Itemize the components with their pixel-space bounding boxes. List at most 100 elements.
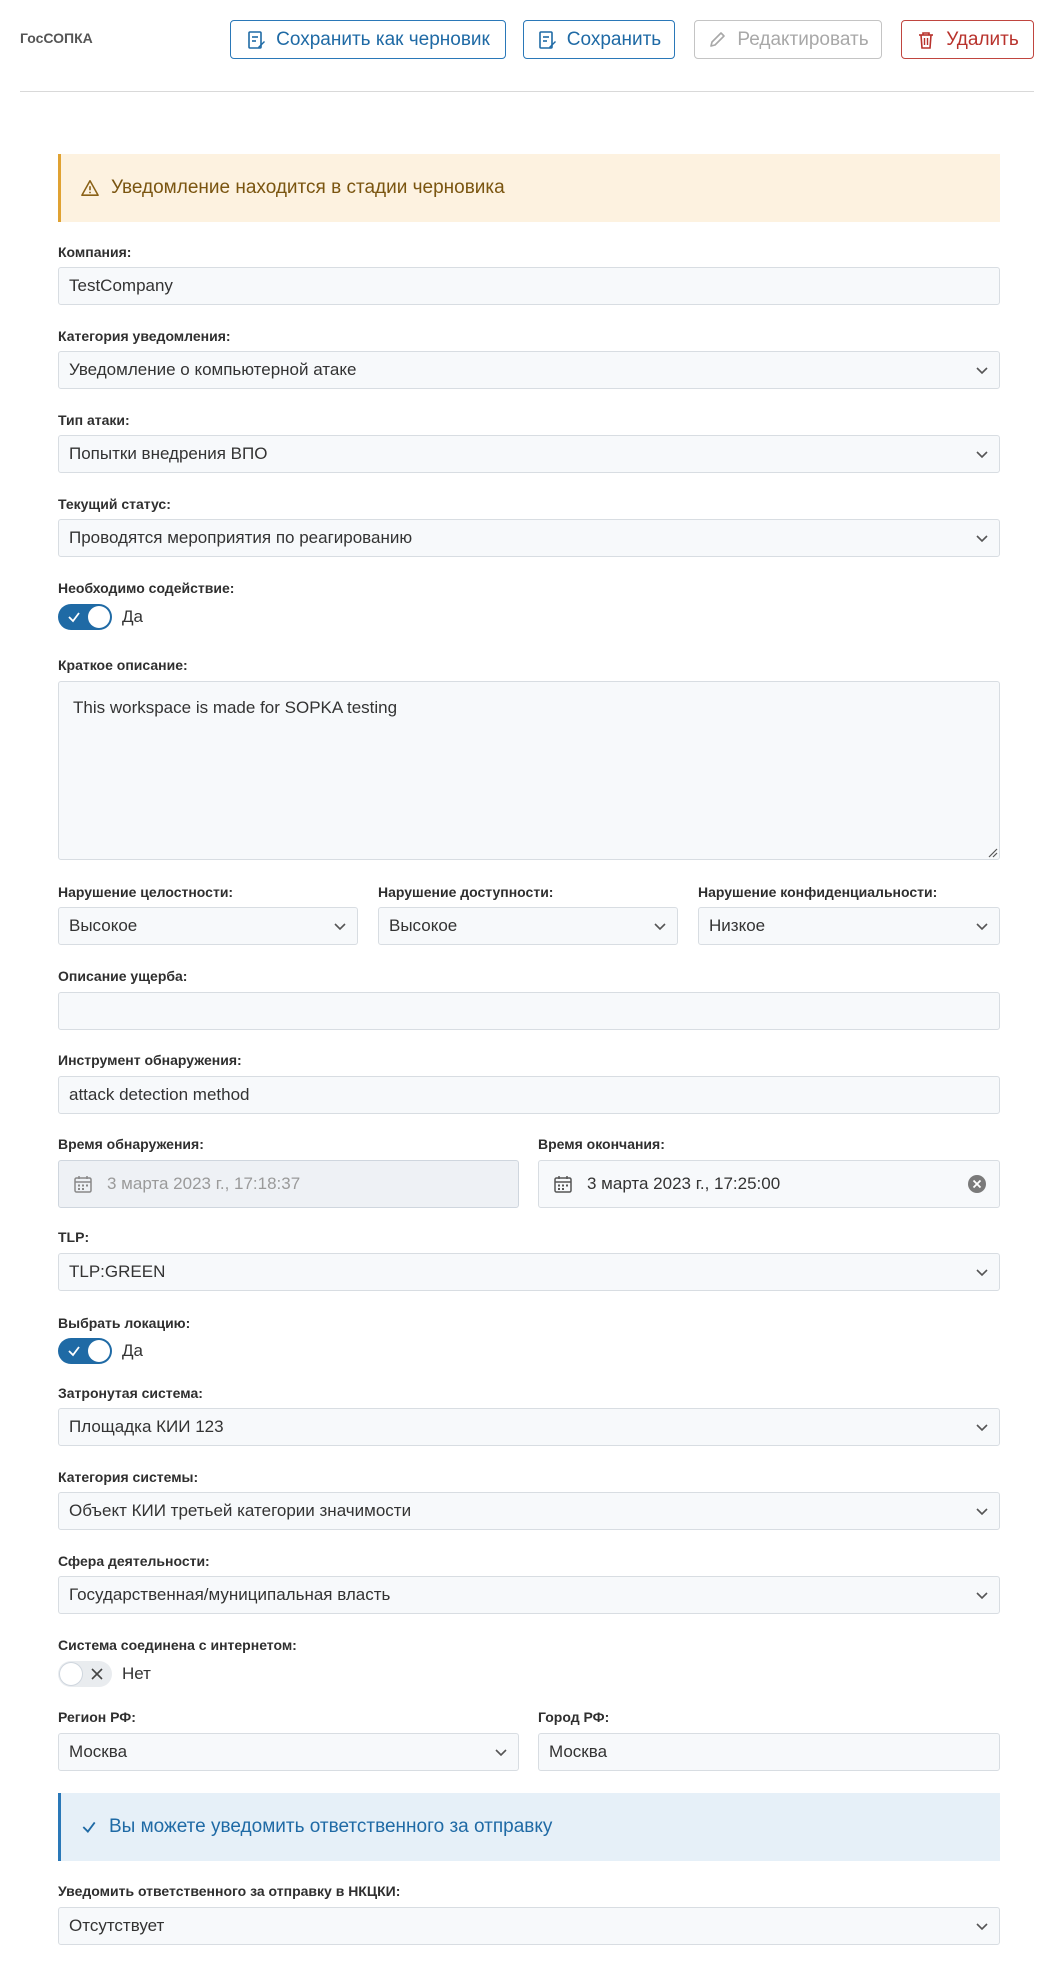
choose-location-toggle[interactable] [58,1338,112,1364]
notify-responsible-value: Отсутствует [69,1916,165,1935]
chevron-down-icon [976,451,988,459]
save-draft-label: Сохранить как черновик [276,28,490,50]
internet-connected-label: Система соединена с интернетом: [58,1637,297,1653]
notify-info-text: Вы можете уведомить ответственного за от… [109,1816,553,1837]
tlp-value: TLP:GREEN [69,1262,166,1281]
chevron-down-icon [976,923,988,931]
detection-time-value: 3 марта 2023 г., 17:18:37 [107,1174,301,1193]
current-status-select[interactable]: Проводятся мероприятия по реагированию [58,519,1000,557]
company-input[interactable]: TestCompany [58,267,1000,305]
calendar-icon [74,1176,92,1193]
region-value: Москва [69,1742,128,1761]
damage-description-input[interactable] [58,992,1000,1030]
short-description-label: Краткое описание: [58,657,188,673]
integrity-select[interactable]: Высокое [58,907,358,945]
notify-responsible-select[interactable]: Отсутствует [58,1907,1000,1945]
attack-type-select[interactable]: Попытки внедрения ВПО [58,435,1000,473]
city-input[interactable]: Москва [538,1733,1000,1771]
chevron-down-icon [976,367,988,375]
tlp-label: TLP: [58,1229,90,1245]
tlp-select[interactable]: TLP:GREEN [58,1253,1000,1291]
availability-value: Высокое [389,916,458,935]
clear-icon[interactable] [967,1174,987,1194]
pencil-icon [710,31,726,47]
choose-location-toggle-row: Да [58,1338,143,1364]
current-status-label: Текущий статус: [58,496,171,512]
save-draft-button[interactable]: Сохранить как черновик [230,20,506,59]
choose-location-label: Выбрать локацию: [58,1315,191,1331]
affected-system-select[interactable]: Площадка КИИ 123 [58,1408,1000,1446]
confidentiality-select[interactable]: Низкое [698,907,1000,945]
city-label: Город РФ: [538,1709,610,1725]
internet-connected-state-text: Нет [122,1664,151,1683]
assistance-toggle[interactable] [58,604,112,630]
end-time-label: Время окончания: [538,1136,665,1152]
detection-time-label: Время обнаружения: [58,1136,204,1152]
edit-button[interactable]: Редактировать [694,20,882,59]
integrity-label: Нарушение целостности: [58,884,234,900]
draft-alert-text: Уведомление находится в стадии черновика [111,177,505,198]
assistance-state-text: Да [122,607,143,626]
company-label: Компания: [58,244,132,260]
end-time-input[interactable]: 3 марта 2023 г., 17:25:00 [538,1160,1000,1208]
availability-select[interactable]: Высокое [378,907,678,945]
calendar-icon [554,1176,572,1193]
system-category-value: Объект КИИ третьей категории значимости [69,1501,412,1520]
short-description-textarea[interactable]: This workspace is made for SOPKA testing [58,681,1000,860]
short-description-wrapper: This workspace is made for SOPKA testing [58,681,1000,860]
detection-tool-label: Инструмент обнаружения: [58,1052,242,1068]
choose-location-state-text: Да [122,1341,143,1360]
chevron-down-icon [976,1923,988,1931]
internet-connected-toggle[interactable] [58,1661,112,1687]
availability-label: Нарушение доступности: [378,884,554,900]
check-icon [68,612,80,623]
save-button[interactable]: Сохранить [523,20,675,59]
save-label: Сохранить [566,28,662,50]
save-icon [538,30,556,49]
draft-alert: Уведомление находится в стадии черновика [58,154,1000,222]
warning-icon [81,180,99,196]
confidentiality-value: Низкое [709,916,766,935]
check-icon [68,1346,80,1357]
notification-category-select[interactable]: Уведомление о компьютерной атаке [58,351,1000,389]
delete-button[interactable]: Удалить [901,20,1034,59]
detection-tool-input[interactable]: attack detection method [58,1076,1000,1114]
detection-tool-value: attack detection method [69,1085,250,1104]
notification-category-label: Категория уведомления: [58,328,231,344]
chevron-down-icon [976,1592,988,1600]
city-value: Москва [549,1742,608,1761]
close-icon [91,1668,103,1680]
confidentiality-label: Нарушение конфиденциальности: [698,884,938,900]
activity-sphere-label: Сфера деятельности: [58,1553,210,1569]
detection-time-input[interactable]: 3 марта 2023 г., 17:18:37 [58,1160,519,1208]
chevron-down-icon [976,1508,988,1516]
trash-icon [919,31,934,49]
draft-icon [248,30,266,49]
assistance-toggle-row: Да [58,604,143,630]
activity-sphere-value: Государственная/муниципальная власть [69,1585,391,1604]
delete-label: Удалить [946,28,1019,50]
region-select[interactable]: Москва [58,1733,519,1771]
resize-grip-icon[interactable] [986,846,998,858]
notify-info-alert: Вы можете уведомить ответственного за от… [58,1793,1000,1861]
current-status-value: Проводятся мероприятия по реагированию [69,528,413,547]
chevron-down-icon [334,923,346,931]
check-icon [82,1821,96,1833]
edit-label: Редактировать [737,28,869,50]
chevron-down-icon [976,1424,988,1432]
app-brand: ГосСОПКА [20,30,93,46]
system-category-select[interactable]: Объект КИИ третьей категории значимости [58,1492,1000,1530]
end-time-value: 3 марта 2023 г., 17:25:00 [587,1174,781,1193]
chevron-down-icon [654,923,666,931]
assistance-label: Необходимо содействие: [58,580,235,596]
system-category-label: Категория системы: [58,1469,199,1485]
chevron-down-icon [495,1749,507,1757]
attack-type-label: Тип атаки: [58,412,130,428]
notification-category-value: Уведомление о компьютерной атаке [69,360,357,379]
affected-system-value: Площадка КИИ 123 [69,1417,224,1436]
notify-responsible-label: Уведомить ответственного за отправку в Н… [58,1883,401,1899]
affected-system-label: Затронутая система: [58,1385,203,1401]
chevron-down-icon [976,1269,988,1277]
company-value: TestCompany [69,276,173,295]
activity-sphere-select[interactable]: Государственная/муниципальная власть [58,1576,1000,1614]
